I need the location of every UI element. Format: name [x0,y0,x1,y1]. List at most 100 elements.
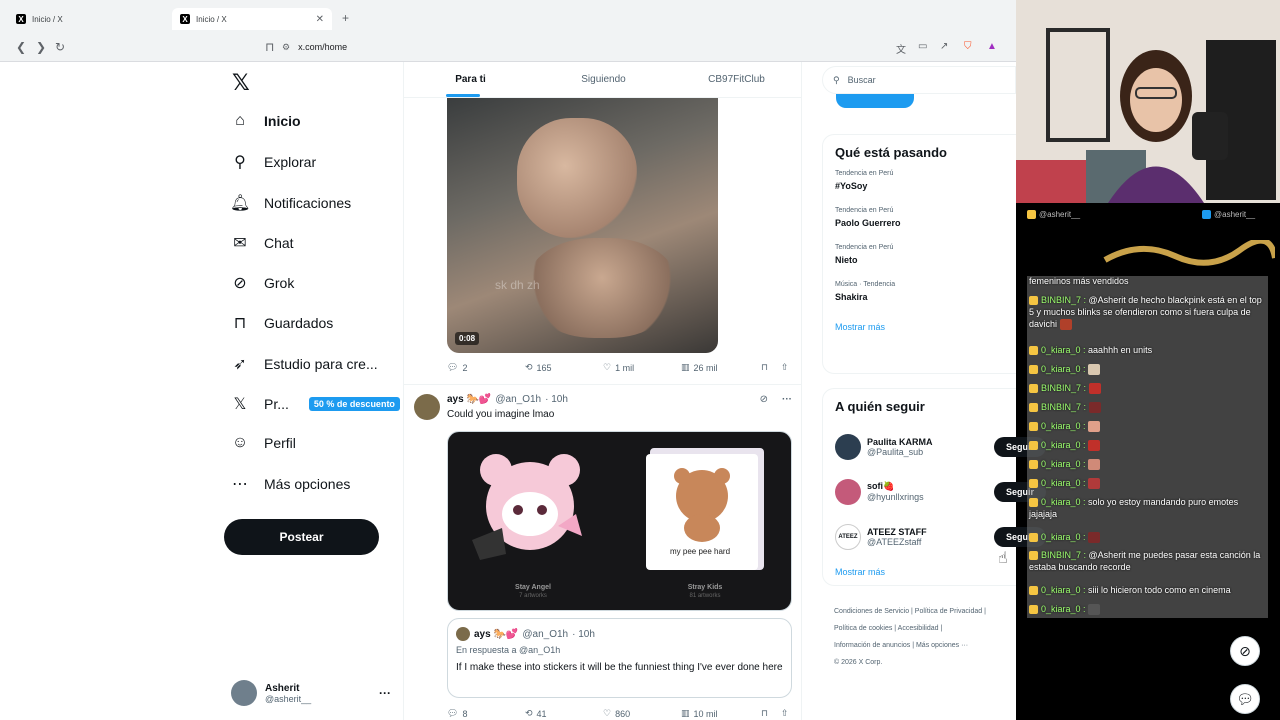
emote-icon [1088,604,1101,616]
sidebar-item-grok[interactable]: ⊘ Grok [230,273,294,293]
views-button[interactable]: ▥ 26 mil [681,362,761,373]
close-tab-icon[interactable]: ✕ [316,14,324,25]
footer-line[interactable]: Condiciones de Servicio | Política de Pr… [834,603,1019,620]
grok-icon[interactable]: ⊘ [760,394,768,405]
timeline: Para ti Siguiendo CB97FitClub sk dh zh 0… [403,62,802,720]
back-icon[interactable]: ❮ [16,40,26,54]
sticker-caption: my pee pee hard [670,547,731,556]
trend-item[interactable]: Tendencia en Perú #YoSoy [823,170,1016,191]
repost-button[interactable]: ⟲ 165 [525,362,603,373]
trends-panel: Qué está pasando Tendencia en Perú #YoSoy… [822,134,1016,374]
media-card[interactable]: my pee pee hard Stay Angel 7 artworks St… [447,431,792,611]
sidebar-item-explorar[interactable]: ⚲ Explorar [230,152,316,172]
site-info-icon[interactable]: ⚙ [282,42,290,53]
sidebar-item-perfil[interactable]: ☺ Perfil [230,434,296,452]
like-button[interactable]: ♡ 1 mil [603,362,681,373]
rocket-icon: ➶ [233,356,247,373]
sub-badge-icon [1029,422,1038,432]
trend-item[interactable]: Tendencia en Perú Paolo Guerrero [823,207,1016,228]
address-bar[interactable]: ⚙ x.com/home [282,37,882,57]
reply-button[interactable]: 💬︎ 8 [447,708,525,719]
tab-para-ti[interactable]: Para ti [404,62,537,97]
sticker-bear-image [466,444,594,574]
twitter-icon [1202,210,1211,220]
tab-cb97fitclub[interactable]: CB97FitClub [670,62,801,97]
repost-button[interactable]: ⟲ 41 [525,708,603,719]
sidebar-item-guardados[interactable]: ⊓ Guardados [230,313,334,333]
heart-icon: ♡ [603,362,612,372]
share-icon[interactable]: ↗ [940,41,948,52]
tab-siguiendo[interactable]: Siguiendo [537,62,670,97]
hand-cursor-icon: ☝ [998,550,1008,567]
account-switcher[interactable]: Asherit @asherit__ ··· [231,680,391,706]
author-handle[interactable]: @an_O1h [495,394,541,405]
reply-button[interactable]: 💬︎ 2 [447,362,525,373]
sidebar-item-chat[interactable]: ✉ Chat [230,233,293,253]
dragon-decoration-image [1100,237,1278,270]
browser-chrome: X Inicio / X X Inicio / X ✕ + ❮ ❯ ↻ ⊓ ⚙ … [0,0,1016,62]
avatar[interactable] [414,394,440,420]
share-button[interactable]: ⇧ [781,362,789,373]
video-duration: 0:08 [455,332,480,345]
brave-shield-icon[interactable]: ⛉ [964,41,972,52]
footer-line[interactable]: Política de cookies | Accesibilidad | [834,620,1019,637]
sidebar-item-estudio[interactable]: ➶ Estudio para cre... [230,354,377,374]
grok-floating-icon[interactable]: ⊘ [1230,636,1260,666]
show-more-link[interactable]: Mostrar más [823,563,1016,581]
bookmark-button[interactable]: ⊓ [761,362,781,373]
browser-tab-2[interactable]: X Inicio / X ✕ [172,8,332,30]
bookmark-button[interactable]: ⊓ [761,708,781,719]
like-button[interactable]: ♡ 860 [603,708,681,719]
show-more-link[interactable]: Mostrar más [823,318,1016,336]
author-name[interactable]: ays 🐎💕 [447,394,491,405]
account-name: Asherit [265,682,300,694]
sidebar-item-premium[interactable]: 𝕏 Pr... 50 % de descuento [230,394,400,414]
video-watermark: sk dh zh [495,278,540,292]
chat-message: 0_kiara_0 : [1027,528,1268,546]
reply-icon: 💬︎ [447,708,459,718]
messages-floating-icon[interactable]: 💬︎ [1230,684,1260,714]
who-to-follow-panel: A quién seguir Paulita KARMA @Paulita_sub… [822,388,1047,586]
footer-links: Condiciones de Servicio | Política de Pr… [834,603,1019,671]
chart-icon: ▥ [681,708,690,718]
sidebar-item-notificaciones[interactable]: 🔔︎ Notificaciones [230,193,351,213]
sub-badge-icon [1029,460,1038,470]
new-tab-icon[interactable]: + [342,11,349,25]
browser-tab-1[interactable]: X Inicio / X [8,8,168,30]
chat-message: 0_kiara_0 : [1027,360,1268,378]
search-input[interactable]: ⚲ Buscar [822,66,1016,94]
subscribe-button[interactable] [836,94,914,108]
bookmark-page-icon[interactable]: ⊓ [265,40,274,54]
trends-title: Qué está pasando [835,145,947,160]
search-placeholder: Buscar [847,75,876,85]
footer-line: © 2026 X Corp. [834,659,883,666]
follow-suggestion[interactable]: sofi🍓 @hyunllxrings Seguir [823,469,1047,514]
reload-icon[interactable]: ↻ [55,40,65,54]
trend-item[interactable]: Música · Tendencia Shakira [823,281,1016,302]
post-button[interactable]: Postear [224,519,379,555]
chat-message: 0_kiara_0 : solo yo estoy mandando puro … [1029,497,1239,519]
video-player[interactable]: sk dh zh 0:08 [447,98,718,353]
translate-icon[interactable]: 文 [896,41,906,56]
quoted-post[interactable]: ays 🐎💕 @an_O1h · 10h En respuesta a @an_… [447,618,792,698]
forward-icon[interactable]: ❯ [36,40,46,54]
follow-suggestion[interactable]: Paulita KARMA @Paulita_sub Seguir [823,424,1047,469]
post-actions: 💬︎ 8 ⟲ 41 ♡ 860 ▥ 10 mil ⊓ ⇧ [447,708,794,719]
emote-icon [1088,532,1101,544]
x-logo-icon[interactable]: 𝕏 [232,70,250,96]
footer-line[interactable]: Información de anuncios | Más opciones ·… [834,637,1019,654]
video-frame [527,238,677,338]
sidebar-item-mas-opciones[interactable]: ⋯ Más opciones [230,474,350,494]
trend-item[interactable]: Tendencia en Perú Nieto [823,244,1016,265]
avatar [835,433,861,460]
chat-message: 0_kiara_0 : [1027,455,1268,473]
emote-icon [1088,421,1101,433]
views-button[interactable]: ▥ 10 mil [681,708,761,719]
more-icon[interactable]: ··· [782,394,792,405]
follow-suggestion[interactable]: ATEEZ ATEEZ STAFF @ATEEZstaff Seguir [823,514,1047,559]
brave-rewards-icon[interactable]: ▲ [987,41,997,52]
sidebar-item-inicio[interactable]: ⌂ Inicio [230,112,300,130]
cast-icon[interactable]: ▭ [918,41,927,52]
share-button[interactable]: ⇧ [781,708,789,719]
card-left-sub: 7 artworks [519,593,547,599]
